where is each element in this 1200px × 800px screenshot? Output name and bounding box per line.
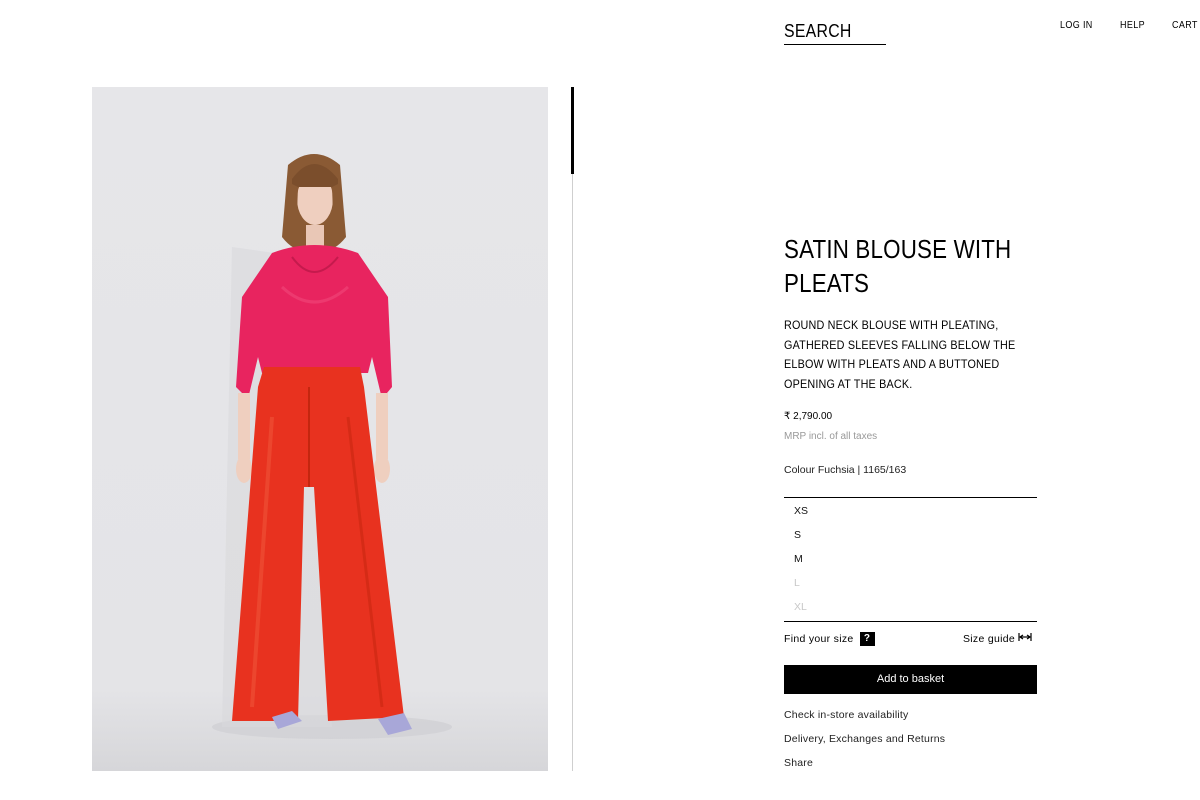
size-guide-label: Size guide: [963, 632, 1016, 645]
product-price: ₹ 2,790.00: [784, 411, 833, 422]
model-illustration: [212, 154, 452, 739]
delivery-returns-link[interactable]: Delivery, Exchanges and Returns: [784, 733, 945, 745]
login-link[interactable]: LOG IN: [1060, 20, 1096, 32]
price-note: MRP incl. of all taxes: [784, 431, 878, 442]
cart-link[interactable]: CART: [1172, 20, 1199, 32]
help-question-icon: ?: [859, 632, 875, 646]
search-label: SEARCH: [784, 21, 852, 41]
size-option-s[interactable]: S: [794, 529, 801, 541]
find-your-size-link[interactable]: Find your size ?: [784, 632, 875, 646]
size-option-l[interactable]: L: [794, 577, 800, 589]
size-selector: XS S M L XL: [784, 497, 1037, 622]
share-link[interactable]: Share: [784, 757, 813, 769]
find-size-label: Find your size: [784, 633, 854, 645]
add-to-basket-button[interactable]: Add to basket: [784, 665, 1037, 694]
help-link[interactable]: HELP: [1120, 20, 1147, 32]
product-description: ROUND NECK BLOUSE WITH PLEATING, GATHERE…: [784, 318, 1016, 391]
size-option-xl[interactable]: XL: [794, 601, 807, 613]
store-availability-link[interactable]: Check in-store availability: [784, 709, 908, 721]
search-link[interactable]: SEARCH: [784, 20, 886, 45]
product-page: SEARCH LOG IN HELP CART SATIN BLOUSE WIT…: [0, 0, 1200, 800]
product-photo[interactable]: [92, 87, 548, 771]
ruler-icon: [1018, 632, 1032, 645]
size-option-m[interactable]: M: [794, 553, 803, 565]
size-option-xs[interactable]: XS: [794, 505, 808, 517]
product-title: SATIN BLOUSE WITH PLEATS: [784, 234, 1012, 298]
size-guide-link[interactable]: Size guide: [963, 632, 1032, 645]
gallery-scroll-track[interactable]: [572, 87, 573, 771]
gallery-scroll-thumb[interactable]: [571, 87, 574, 174]
colour-reference: Colour Fuchsia | 1165/163: [784, 464, 907, 476]
